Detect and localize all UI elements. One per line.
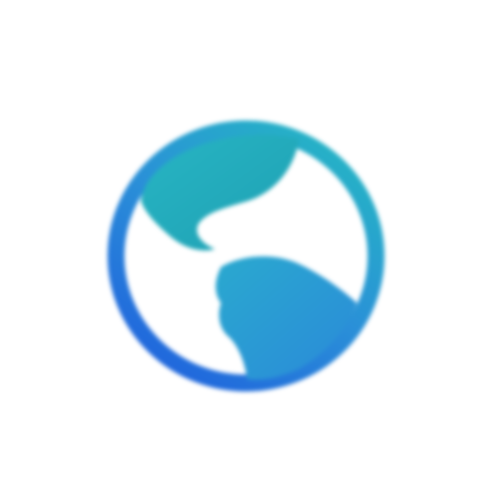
lower-continent — [215, 256, 357, 380]
icon-canvas — [0, 0, 500, 500]
globe-icon — [107, 120, 385, 392]
globe-app-icon[interactable] — [103, 117, 389, 395]
